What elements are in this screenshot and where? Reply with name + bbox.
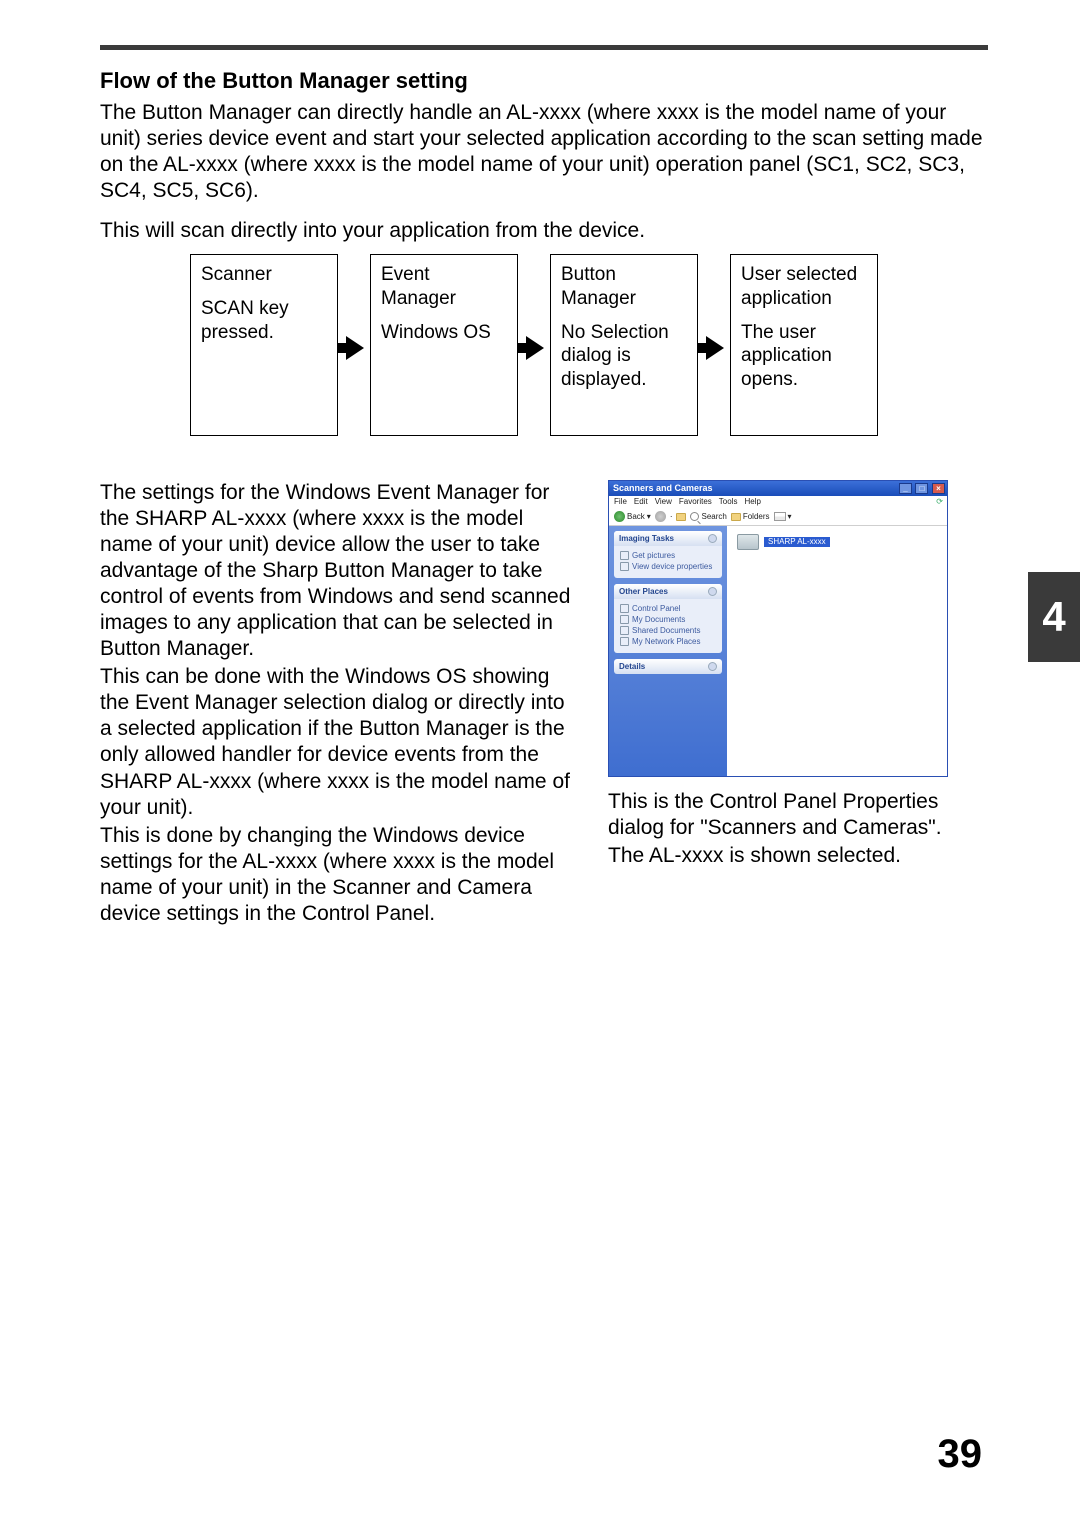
panel-item: Get pictures <box>632 552 675 560</box>
task-icon <box>620 562 629 571</box>
toolbar-folders: Folders <box>731 513 770 521</box>
panel-title: Imaging Tasks <box>619 535 674 543</box>
section-divider <box>100 45 988 50</box>
window-controls: _ □ × <box>898 483 945 494</box>
toolbar-views: ▾ <box>774 512 792 521</box>
folders-icon <box>731 513 741 521</box>
toolbar-back: Back ▾ <box>614 511 651 522</box>
flow-box-text: The user application opens. <box>741 322 832 391</box>
toolbar-label: Search <box>701 513 726 521</box>
explorer-side-pane: Imaging Tasks Get pictures View device p… <box>609 526 727 776</box>
window-title: Scanners and Cameras <box>613 484 713 493</box>
flow-box-scanner: Scanner SCAN key pressed. <box>190 254 338 436</box>
panel-item: Control Panel <box>632 605 680 613</box>
menu-edit: Edit <box>634 498 648 506</box>
maximize-icon: □ <box>915 483 928 494</box>
place-icon <box>620 615 629 624</box>
up-icon <box>676 513 686 521</box>
toolbar-up <box>676 513 686 521</box>
body-paragraph: The settings for the Windows Event Manag… <box>100 480 580 662</box>
device-item-selected: SHARP AL-xxxx <box>737 534 830 550</box>
flow-box-text: Windows OS <box>381 322 491 343</box>
toolbar-forward <box>655 511 666 522</box>
search-icon <box>690 512 699 521</box>
go-icon: ⟳ <box>936 498 943 506</box>
menu-tools: Tools <box>719 498 738 506</box>
screenshot-scanners-and-cameras: Scanners and Cameras _ □ × File Edit Vie… <box>608 480 948 777</box>
body-paragraph: This is done by changing the Windows dev… <box>100 823 580 927</box>
flow-box-text: Event Manager <box>381 264 456 309</box>
chevron-icon <box>708 587 717 596</box>
panel-title: Details <box>619 663 645 671</box>
task-icon <box>620 551 629 560</box>
flow-box-user-app: User selected application The user appli… <box>730 254 878 436</box>
place-icon <box>620 626 629 635</box>
flow-diagram: Scanner SCAN key pressed. Event Manager … <box>190 254 988 454</box>
panel-other-places: Other Places Control Panel My Documents … <box>614 584 722 653</box>
chevron-icon <box>708 662 717 671</box>
panel-imaging-tasks: Imaging Tasks Get pictures View device p… <box>614 531 722 578</box>
flow-box-text: Button Manager <box>561 264 636 309</box>
page-number: 39 <box>938 1432 983 1477</box>
flow-box-text: SCAN key pressed. <box>201 298 289 343</box>
close-icon: × <box>932 483 945 494</box>
panel-item: Shared Documents <box>632 627 700 635</box>
toolbar-search: Search <box>690 512 726 521</box>
screenshot-caption: This is the Control Panel Properties dia… <box>608 789 948 841</box>
forward-icon <box>655 511 666 522</box>
flow-box-button-manager: Button Manager No Selection dialog is di… <box>550 254 698 436</box>
back-icon <box>614 511 625 522</box>
menu-file: File <box>614 498 627 506</box>
place-icon <box>620 637 629 646</box>
window-titlebar: Scanners and Cameras _ □ × <box>609 481 947 496</box>
toolbar-label: Folders <box>743 513 770 521</box>
panel-item: My Documents <box>632 616 685 624</box>
scanner-icon <box>737 534 759 550</box>
toolbar-label: Back <box>627 513 645 521</box>
views-icon <box>774 512 786 521</box>
flow-box-text: User selected application <box>741 264 857 309</box>
panel-item: View device properties <box>632 563 712 571</box>
chevron-icon <box>708 534 717 543</box>
flow-arrow-icon <box>346 336 364 360</box>
menu-favorites: Favorites <box>679 498 712 506</box>
panel-details: Details <box>614 659 722 674</box>
intro-paragraph-1: The Button Manager can directly handle a… <box>100 100 988 204</box>
flow-box-text: No Selection dialog is displayed. <box>561 322 669 391</box>
intro-paragraph-2: This will scan directly into your applic… <box>100 218 988 244</box>
explorer-content-pane: SHARP AL-xxxx <box>727 526 947 776</box>
window-toolbar: Back ▾ · Search Folders ▾ <box>609 508 947 526</box>
screenshot-caption: The AL-xxxx is shown selected. <box>608 843 948 869</box>
device-label: SHARP AL-xxxx <box>764 537 830 547</box>
panel-item: My Network Places <box>632 638 700 646</box>
chapter-tab: 4 <box>1028 572 1080 662</box>
flow-box-text: Scanner <box>201 264 272 285</box>
panel-title: Other Places <box>619 588 668 596</box>
minimize-icon: _ <box>899 483 912 494</box>
flow-arrow-icon <box>526 336 544 360</box>
flow-arrow-icon <box>706 336 724 360</box>
body-paragraph: This can be done with the Windows OS sho… <box>100 664 580 820</box>
place-icon <box>620 604 629 613</box>
menu-help: Help <box>744 498 760 506</box>
window-menubar: File Edit View Favorites Tools Help ⟳ <box>609 496 947 508</box>
flow-box-event-manager: Event Manager Windows OS <box>370 254 518 436</box>
section-heading: Flow of the Button Manager setting <box>100 68 988 94</box>
menu-view: View <box>655 498 672 506</box>
